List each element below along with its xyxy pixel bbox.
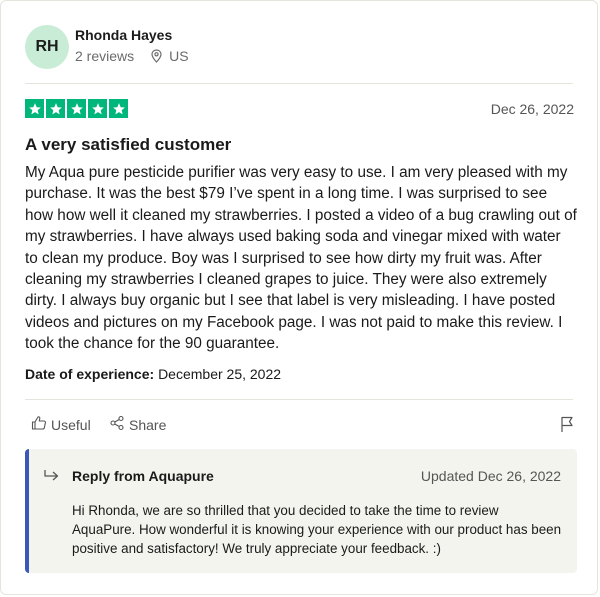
- share-icon: [109, 415, 129, 434]
- reviewer-name[interactable]: Rhonda Hayes: [75, 27, 172, 43]
- star-icon: [25, 99, 44, 118]
- useful-button[interactable]: Useful: [31, 415, 91, 434]
- reply-arrow-icon: [43, 468, 61, 489]
- star-icon: [109, 99, 128, 118]
- review-title[interactable]: A very satisfied customer: [25, 135, 231, 155]
- review-body: My Aqua pure pesticide purifier was very…: [25, 164, 577, 353]
- review-card: RH Rhonda Hayes 2 reviews US Dec 26, 202…: [0, 0, 598, 595]
- reply-date: Updated Dec 26, 2022: [420, 468, 561, 484]
- experience-label: Date of experience:: [25, 366, 155, 382]
- date-of-experience: Date of experience: December 25, 2022: [25, 366, 281, 382]
- reviewer-country: US: [169, 48, 189, 64]
- star-icon: [46, 99, 65, 118]
- review-count: 2 reviews: [75, 48, 135, 64]
- reply-title: Reply from Aquapure: [72, 468, 214, 484]
- share-label: Share: [129, 416, 167, 433]
- share-button[interactable]: Share: [109, 415, 166, 434]
- divider: [25, 83, 573, 84]
- reviewer-meta: 2 reviews US: [75, 48, 189, 64]
- thumbs-up-icon: [31, 415, 51, 434]
- divider: [25, 399, 573, 400]
- avatar[interactable]: RH: [25, 25, 69, 69]
- star-icon: [88, 99, 107, 118]
- flag-icon[interactable]: [559, 415, 575, 438]
- experience-date: December 25, 2022: [158, 366, 282, 382]
- review-date: Dec 26, 2022: [490, 101, 574, 117]
- company-reply: Reply from Aquapure Updated Dec 26, 2022…: [25, 449, 577, 573]
- location-pin-icon: [150, 49, 163, 63]
- star-rating: [25, 99, 128, 118]
- reply-body: Hi Rhonda, we are so thrilled that you d…: [72, 503, 562, 556]
- useful-label: Useful: [51, 416, 91, 433]
- star-icon: [67, 99, 86, 118]
